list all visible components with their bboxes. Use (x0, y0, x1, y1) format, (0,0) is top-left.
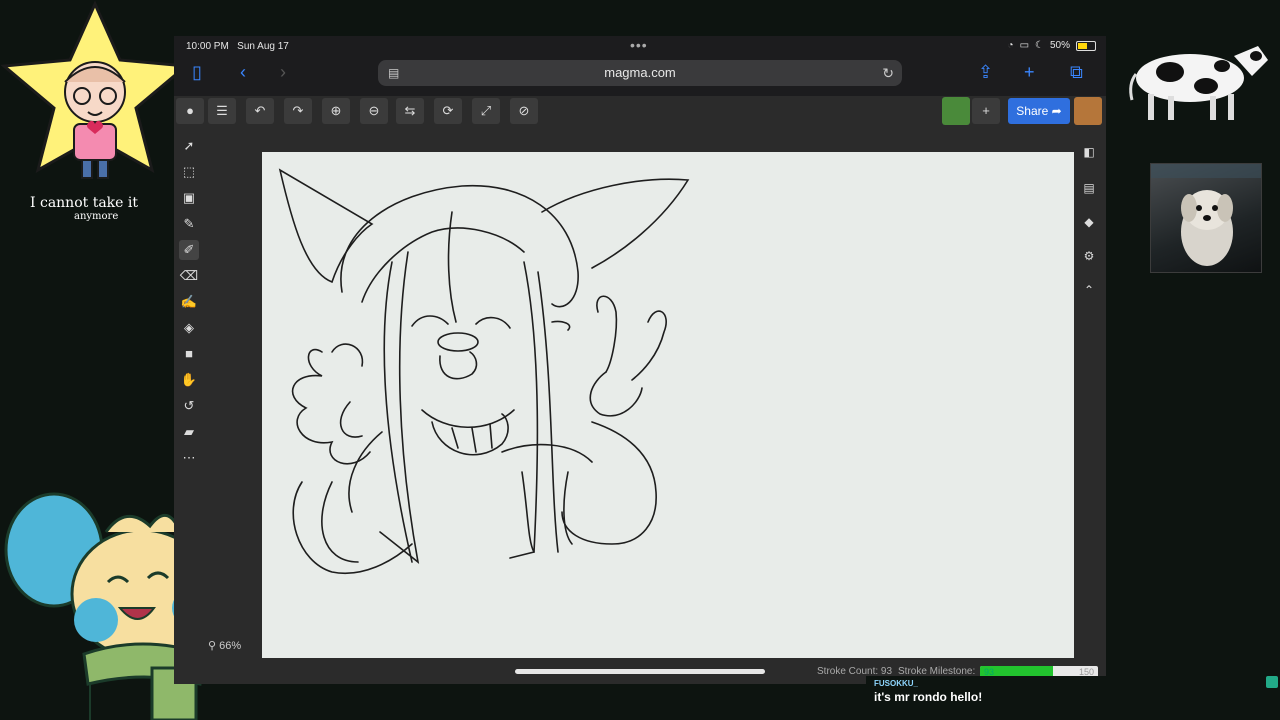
sketch-drawing (278, 168, 690, 574)
browser-toolbar: ▯ ‹ › ▤ magma.com ↻ ⇪ + ⧉ (174, 58, 1106, 88)
dog-webcam (1150, 163, 1262, 273)
chat-badge-icon (1266, 676, 1278, 688)
magma-logo-icon[interactable]: ● (176, 98, 204, 124)
left-tool-palette: ➚ ⬚ ▣ ✎ ✐ ⌫ ✍ ◈ ■ ✋ ↺ ▰ ⋯ (174, 130, 204, 470)
user-avatar[interactable] (1074, 97, 1102, 125)
right-panel-toolbar: ◧ ▤ ◆ ⚙ ⌃ (1074, 136, 1104, 302)
add-user-icon[interactable]: + (972, 98, 1000, 124)
wifi-icon: ◔ (1007, 40, 1014, 51)
flip-icon[interactable]: ⇆ (396, 98, 424, 124)
rotate-view-tool-icon[interactable]: ↺ (179, 396, 199, 416)
chat-message: it's mr rondo hello! (874, 690, 983, 704)
new-tab-icon[interactable]: + (1024, 62, 1035, 82)
eraser-tool-icon[interactable]: ⌫ (179, 266, 199, 286)
star-caption-line1: I cannot take it (30, 195, 139, 211)
collaborator-avatar[interactable] (942, 97, 970, 125)
drawing-canvas[interactable] (262, 152, 1074, 658)
zoom-in-icon[interactable]: ⊕ (322, 98, 350, 124)
ipad-screen: 10:00 PM Sun Aug 17 ••• ◔ ▭ ☾ 50% ▯ ‹ › … (174, 36, 1106, 684)
rotate-icon[interactable]: ⟳ (434, 98, 462, 124)
move-tool-icon[interactable]: ➚ (179, 136, 199, 156)
address-bar[interactable]: ▤ magma.com ↻ (378, 60, 902, 86)
chat-username: FUSOKKU_ (874, 679, 919, 688)
star-caption-line2: anymore (74, 211, 119, 222)
shape-tool-icon[interactable]: ■ (179, 344, 199, 364)
star-character-overlay (0, 0, 190, 179)
comment-tool-icon[interactable]: ▰ (179, 422, 199, 442)
status-bar: 10:00 PM Sun Aug 17 ••• ◔ ▭ ☾ 50% (174, 36, 1106, 56)
cow-overlay (1129, 46, 1268, 120)
chat-panel-icon[interactable]: ▤ (1079, 178, 1099, 198)
share-sheet-icon[interactable]: ⇪ (978, 62, 993, 82)
magma-top-toolbar: ● ☰ ↶ ↷ ⊕ ⊖ ⇆ ⟳ ⤢ ⊘ + Share ➦ (174, 96, 1106, 126)
more-tools-icon[interactable]: ⋯ (179, 448, 199, 468)
hand-tool-icon[interactable]: ✋ (179, 370, 199, 390)
home-indicator[interactable] (515, 669, 765, 674)
fullscreen-icon[interactable]: ⤢ (472, 98, 500, 124)
collapse-chevron-icon[interactable]: ⌃ (1079, 280, 1099, 300)
reset-view-icon[interactable]: ⊘ (510, 98, 538, 124)
chat-overlay: FUSOKKU_ it's mr rondo hello! (866, 676, 1280, 720)
status-date: Sun Aug 17 (237, 41, 289, 52)
stream-scene: I cannot take it anymore 10:00 PM Sun Au… (0, 0, 1280, 720)
share-button[interactable]: Share ➦ (1008, 98, 1070, 124)
zoom-indicator[interactable]: ⚲ 66% (208, 639, 241, 652)
settings-gear-icon[interactable]: ⚙ (1079, 246, 1099, 266)
screen-mirror-icon: ▭ (1019, 40, 1030, 51)
tabs-overview-icon[interactable]: ⧉ (1070, 62, 1083, 82)
fill-tool-icon[interactable]: ◈ (179, 318, 199, 338)
reload-icon[interactable]: ↻ (882, 60, 894, 86)
url-text: magma.com (604, 65, 676, 80)
zoom-out-icon[interactable]: ⊖ (360, 98, 388, 124)
transform-tool-icon[interactable]: ▣ (179, 188, 199, 208)
redo-icon[interactable]: ↷ (284, 98, 312, 124)
sidebar-toggle-icon[interactable]: ▯ (192, 62, 202, 82)
forward-icon[interactable]: › (280, 62, 286, 82)
battery-percent: 50% (1049, 40, 1070, 51)
pen-tool-icon[interactable]: ✎ (179, 214, 199, 234)
reader-icon[interactable]: ▤ (388, 60, 399, 86)
brush-tool-icon[interactable]: ✐ (179, 240, 199, 260)
dog-image (1151, 164, 1261, 266)
multitask-dots-icon[interactable]: ••• (630, 37, 648, 53)
battery-icon (1076, 40, 1096, 51)
back-icon[interactable]: ‹ (240, 62, 246, 82)
moon-icon: ☾ (1035, 40, 1044, 51)
magma-app: ● ☰ ↶ ↷ ⊕ ⊖ ⇆ ⟳ ⤢ ⊘ + Share ➦ ➚ ⬚ ▣ ✎ ✐ (174, 96, 1106, 684)
zoom-value: 66% (219, 640, 242, 652)
undo-icon[interactable]: ↶ (246, 98, 274, 124)
selection-tool-icon[interactable]: ⬚ (179, 162, 199, 182)
star-caption: I cannot take it anymore (30, 196, 160, 224)
status-time: 10:00 PM Sun Aug 17 (186, 41, 289, 52)
menu-icon[interactable]: ☰ (208, 98, 236, 124)
smudge-tool-icon[interactable]: ✍ (179, 292, 199, 312)
layers-icon[interactable]: ◆ (1079, 212, 1099, 232)
color-swatch-icon[interactable]: ◧ (1079, 142, 1099, 162)
